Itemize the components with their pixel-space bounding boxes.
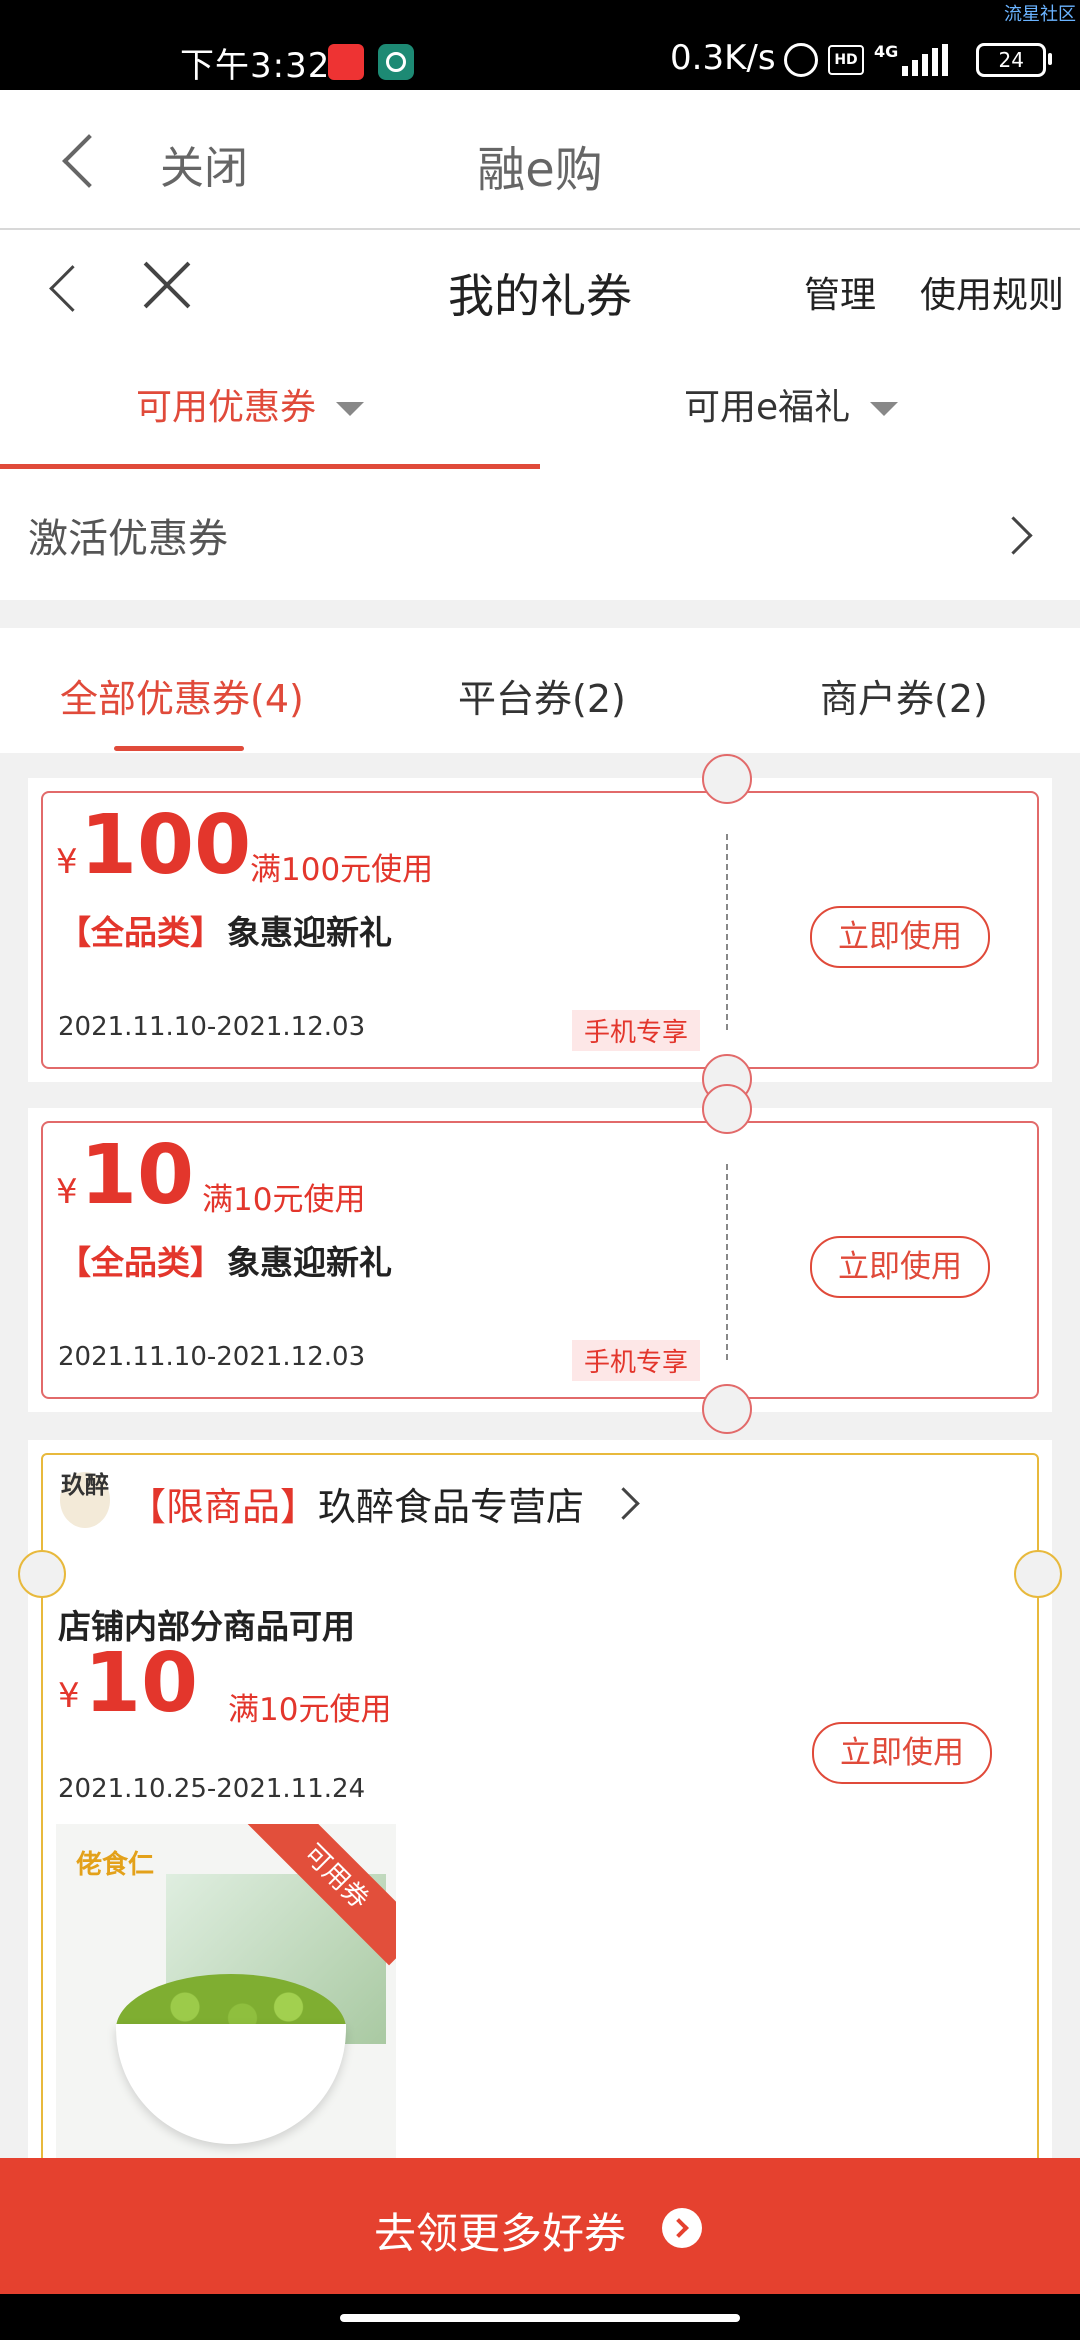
tab-label: 可用e福礼 <box>684 387 851 428</box>
page-title: 我的礼券 <box>448 269 632 323</box>
coupon-divider <box>726 834 728 1030</box>
tab-all-coupons[interactable]: 全部优惠券(4) <box>60 668 304 723</box>
tab-merchant-coupons[interactable]: 商户券(2) <box>820 668 988 723</box>
coupon-name: 象惠迎新礼 <box>227 1243 392 1282</box>
use-now-button[interactable]: 立即使用 <box>810 1236 990 1298</box>
product-brand: 佬食仁 <box>76 1850 155 1880</box>
category-tag: 【全品类】 <box>58 1243 223 1282</box>
product-bowl <box>116 2024 346 2144</box>
coupon-notch <box>702 1084 752 1134</box>
network-type: 4G <box>874 41 899 61</box>
chevron-down-icon <box>336 402 365 416</box>
coupon-condition: 满100元使用 <box>250 852 434 888</box>
hd-icon: HD <box>828 45 864 75</box>
shop-coupon-card: 玖醉 【限商品】玖醉食品专营店 店铺内部分商品可用 ¥ 10 满10元使用 20… <box>18 1440 1062 2180</box>
tab-available-coupons[interactable]: 可用优惠券 <box>136 378 365 430</box>
activate-coupon-label: 激活优惠券 <box>28 516 228 562</box>
shop-name: 玖醉食品专营店 <box>318 1485 585 1529</box>
coupon-type-tabs: 可用优惠券 可用e福礼 <box>0 350 1080 471</box>
coupon-notch <box>702 754 752 804</box>
status-time: 下午3:32 <box>180 46 331 86</box>
browser-nav-bar: 关闭 融e购 <box>0 90 1080 230</box>
coupon-date-range: 2021.10.25-2021.11.24 <box>58 1774 366 1804</box>
status-bar: 下午3:32 0.3K/s HD 4G 24 流星社区 <box>0 0 1080 90</box>
tab-available-e-gifts[interactable]: 可用e福礼 <box>684 378 899 430</box>
coupon-date-range: 2021.11.10-2021.12.03 <box>58 1012 366 1042</box>
coupon-card: ¥ 10 满10元使用 【全品类】 象惠迎新礼 2021.11.10-2021.1… <box>28 1084 1052 1434</box>
coupon-card: ¥ 100 满100元使用 【全品类】 象惠迎新礼 2021.11.10-2021… <box>28 754 1052 1104</box>
app-title: 融e购 <box>477 142 603 198</box>
network-speed: 0.3K/s <box>670 38 776 78</box>
alarm-icon <box>784 43 818 77</box>
coupon-name: 象惠迎新礼 <box>227 913 392 952</box>
page-header: 我的礼券 管理 使用规则 <box>0 230 1080 350</box>
coupon-category: 【全品类】 象惠迎新礼 <box>58 1236 392 1284</box>
coupon-date-range: 2021.11.10-2021.12.03 <box>58 1342 366 1372</box>
coupon-condition: 满10元使用 <box>228 1692 392 1728</box>
product-image[interactable]: 佬食仁 可用券 <box>56 1824 396 2160</box>
category-tag: 【全品类】 <box>58 913 223 952</box>
watermark-text: 流星社区 <box>1004 4 1076 25</box>
rules-button[interactable]: 使用规则 <box>920 266 1064 318</box>
shop-logo: 玖醉 <box>60 1472 110 1528</box>
chevron-down-icon <box>870 402 899 416</box>
coupon-amount: 10 <box>84 1636 199 1731</box>
coupon-condition: 满10元使用 <box>202 1182 366 1218</box>
signal-icon <box>902 44 949 76</box>
chevron-right-icon <box>994 516 1033 555</box>
get-more-coupons-label: 去领更多好券 <box>373 2209 626 2258</box>
coupon-filter-tabs: 全部优惠券(4) 平台券(2) 商户券(2) <box>0 628 1080 753</box>
mobile-exclusive-badge: 手机专享 <box>572 1010 701 1051</box>
currency-symbol: ¥ <box>56 1172 78 1212</box>
app-notification-icon <box>328 44 364 80</box>
tab-indicator <box>114 746 244 751</box>
activate-coupon-row[interactable]: 激活优惠券 <box>0 470 1080 600</box>
system-nav-bar <box>0 2294 1080 2340</box>
status-icons: HD 4G 24 <box>784 41 1053 78</box>
shop-link[interactable]: 【限商品】玖醉食品专营店 <box>128 1476 584 1531</box>
tab-label: 可用优惠券 <box>136 387 317 428</box>
coupon-divider <box>726 1164 728 1360</box>
coupon-notch <box>18 1550 66 1598</box>
currency-symbol: ¥ <box>58 1676 80 1716</box>
coupon-amount: 100 <box>80 798 252 893</box>
coupon-amount: 10 <box>80 1128 195 1223</box>
battery-icon: 24 <box>976 43 1053 77</box>
mobile-exclusive-badge: 手机专享 <box>572 1340 701 1381</box>
currency-symbol: ¥ <box>56 842 78 882</box>
coupon-notch <box>1014 1550 1062 1598</box>
chevron-right-circle-icon <box>662 2208 702 2248</box>
use-now-button[interactable]: 立即使用 <box>810 906 990 968</box>
restriction-tag: 【限商品】 <box>128 1485 319 1529</box>
use-now-button[interactable]: 立即使用 <box>812 1722 992 1784</box>
get-more-coupons-button[interactable]: 去领更多好券 <box>0 2158 1080 2294</box>
home-indicator[interactable] <box>340 2314 740 2322</box>
manage-button[interactable]: 管理 <box>804 266 876 318</box>
coupon-notch <box>702 1384 752 1434</box>
coupon-category: 【全品类】 象惠迎新礼 <box>58 906 392 954</box>
tab-platform-coupons[interactable]: 平台券(2) <box>458 668 626 723</box>
app-notification-icon-2 <box>378 44 414 80</box>
tab-indicator <box>0 464 540 469</box>
